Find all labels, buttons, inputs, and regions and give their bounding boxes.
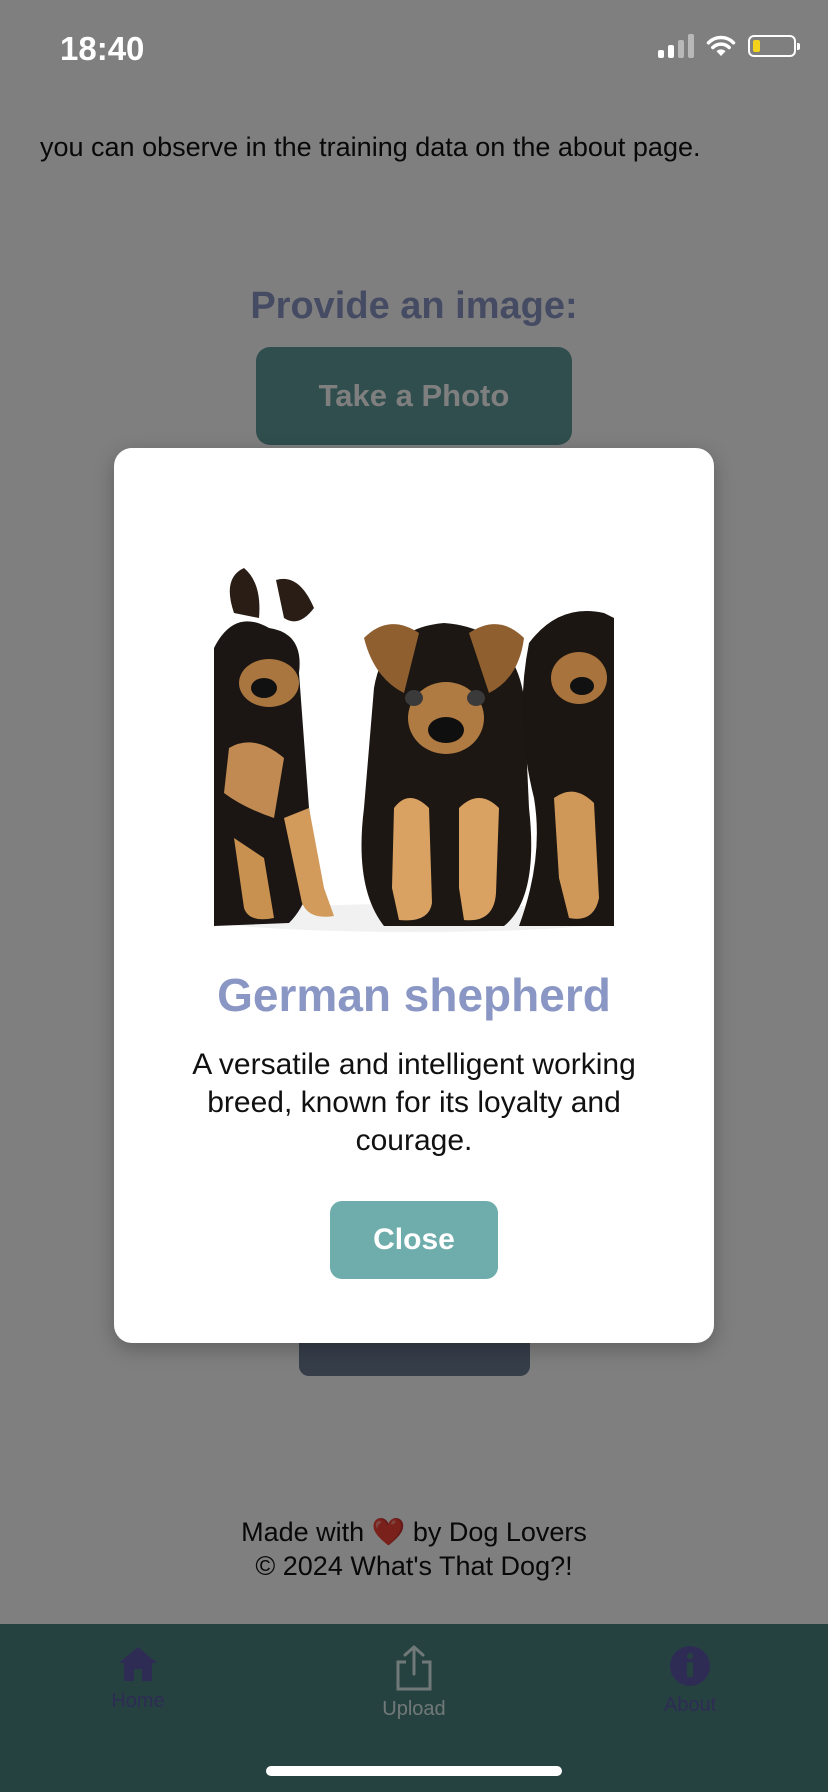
battery-icon — [748, 35, 800, 57]
breed-name: German shepherd — [217, 969, 611, 1021]
home-indicator[interactable] — [266, 1766, 562, 1776]
status-time: 18:40 — [60, 30, 145, 67]
status-icons — [658, 34, 800, 58]
breed-description: A versatile and intelligent working bree… — [192, 1048, 636, 1157]
close-button[interactable]: Close — [330, 1201, 498, 1279]
app-screen: 18:40 you can observe in the training da… — [0, 0, 828, 1792]
wifi-icon — [706, 35, 736, 57]
dog-breed-image — [214, 558, 614, 932]
breed-result-modal: German shepherd A versatile and intellig… — [114, 448, 714, 1343]
cellular-signal-icon — [658, 34, 694, 58]
